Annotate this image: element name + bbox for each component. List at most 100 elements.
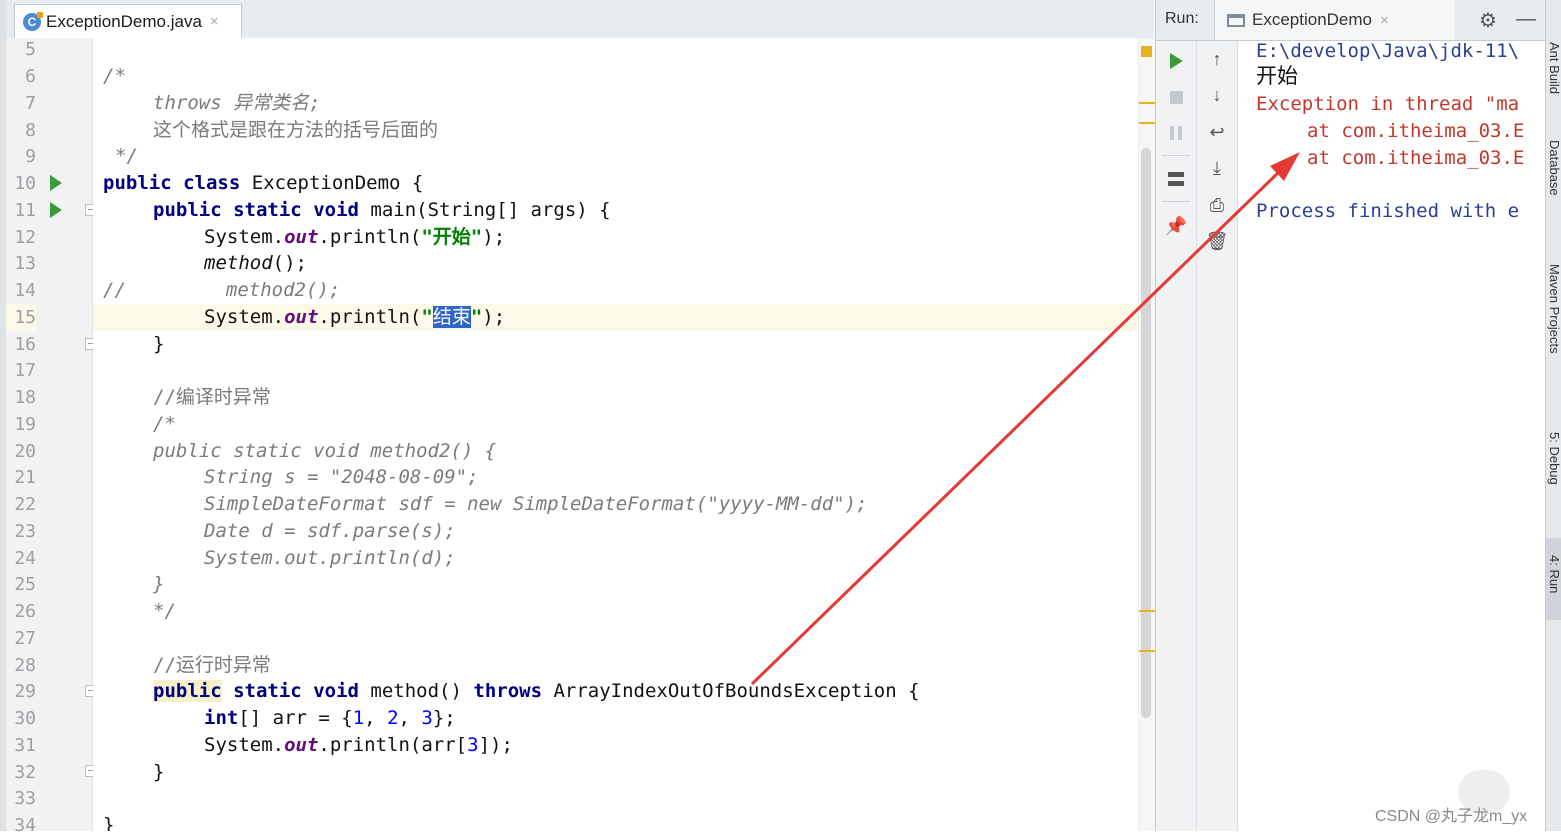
run-tool-window: Run: ExceptionDemo × ⚙ — 📌 ↑ ↓ ↩ ⤓ ⎙ 🗑 E… bbox=[1155, 0, 1546, 831]
sidebar-item-ant-build[interactable]: Ant Build bbox=[1547, 42, 1561, 94]
code-line-31: System.out.println(arr[3]); bbox=[204, 734, 513, 756]
watermark: CSDN @丸子龙m_yx bbox=[1375, 808, 1528, 825]
line-number: 7 bbox=[25, 93, 36, 114]
warning-stripe[interactable] bbox=[1139, 650, 1155, 652]
code-line-22: SimpleDateFormat sdf = new SimpleDateFor… bbox=[204, 493, 868, 515]
stop-icon[interactable] bbox=[1165, 86, 1187, 108]
code-line-26: */ bbox=[153, 600, 176, 622]
code-line-13: method(); bbox=[204, 252, 307, 274]
code-line-8: 这个格式是跟在方法的括号后面的 bbox=[153, 119, 439, 141]
line-number: 27 bbox=[14, 628, 36, 649]
code-line-25: } bbox=[153, 573, 165, 595]
line-number: 31 bbox=[14, 735, 36, 756]
code-line-7: throws 异常类名; bbox=[153, 92, 321, 114]
console-output[interactable]: E:\develop\Java\jdk-11\ 开始 Exception in … bbox=[1238, 41, 1546, 831]
line-number: 24 bbox=[14, 548, 36, 569]
line-number: 13 bbox=[14, 253, 36, 274]
run-toolbar-primary: 📌 bbox=[1156, 41, 1197, 831]
line-number: 25 bbox=[14, 574, 36, 595]
line-number: 8 bbox=[25, 120, 36, 141]
code-line-6: /* bbox=[103, 65, 126, 87]
line-number: 16 bbox=[14, 334, 36, 355]
line-number: 30 bbox=[14, 708, 36, 729]
arrow-down-icon[interactable]: ↓ bbox=[1206, 84, 1228, 106]
code-line-23: Date d = sdf.parse(s); bbox=[204, 520, 456, 542]
pin-icon[interactable]: 📌 bbox=[1165, 215, 1187, 237]
print-icon[interactable]: ⎙ bbox=[1206, 194, 1228, 216]
run-label: Run: bbox=[1165, 10, 1199, 27]
line-number: 32 bbox=[14, 762, 36, 783]
line-number: 29 bbox=[14, 681, 36, 702]
editor-tab-label: ExceptionDemo.java bbox=[46, 11, 202, 31]
console-line-stack-2[interactable]: at com.itheima_03.E bbox=[1307, 145, 1524, 172]
warning-stripe[interactable] bbox=[1139, 102, 1155, 104]
editor-scrollbar[interactable] bbox=[1138, 38, 1155, 831]
editor-tab-exceptiondemo[interactable]: C ExceptionDemo.java × bbox=[14, 4, 242, 38]
code-line-20: public static void method2() { bbox=[153, 440, 497, 462]
layout-icon[interactable] bbox=[1165, 168, 1187, 190]
line-number: 23 bbox=[14, 521, 36, 542]
warning-indicator-icon[interactable] bbox=[1141, 46, 1152, 57]
sidebar-item-maven-projects[interactable]: Maven Projects bbox=[1547, 264, 1561, 354]
line-number: 28 bbox=[14, 655, 36, 676]
line-number-current: 15 bbox=[6, 304, 36, 331]
close-icon[interactable]: × bbox=[1380, 12, 1389, 29]
scroll-to-end-icon[interactable]: ⤓ bbox=[1206, 157, 1228, 179]
code-line-28: //运行时异常 bbox=[153, 654, 271, 676]
selected-text: 结束 bbox=[432, 306, 471, 328]
line-number: 22 bbox=[14, 494, 36, 515]
right-tool-sidebar: Ant Build Database Maven Projects 5: Deb… bbox=[1545, 0, 1561, 831]
code-line-19: /* bbox=[153, 413, 176, 435]
line-number: 18 bbox=[14, 387, 36, 408]
rerun-icon[interactable] bbox=[1165, 50, 1187, 72]
close-icon[interactable]: × bbox=[210, 13, 219, 30]
code-line-34: } bbox=[103, 814, 115, 831]
code-line-24: System.out.println(d); bbox=[204, 547, 456, 569]
code-line-11: public static void main(String[] args) { bbox=[153, 199, 611, 221]
run-header: Run: ExceptionDemo × ⚙ — bbox=[1156, 0, 1546, 41]
minimize-icon[interactable]: — bbox=[1516, 8, 1536, 31]
line-number-gutter: 5 6 7 8 9 10 11 12 13 14 15 16 17 18 19 … bbox=[6, 38, 97, 836]
line-number: 14 bbox=[14, 280, 36, 301]
code-line-30: int[] arr = {1, 2, 3}; bbox=[204, 707, 456, 729]
code-line-32: } bbox=[153, 761, 165, 783]
console-line-stack-1[interactable]: at com.itheima_03.E bbox=[1307, 118, 1524, 145]
sidebar-item-debug[interactable]: 5: Debug bbox=[1547, 432, 1561, 485]
line-number: 11 bbox=[14, 200, 36, 221]
console-line-path: E:\develop\Java\jdk-11\ bbox=[1256, 41, 1520, 62]
code-line-14: //method2(); bbox=[103, 279, 341, 301]
trash-icon[interactable]: 🗑 bbox=[1206, 230, 1229, 252]
scrollbar-thumb[interactable] bbox=[1141, 148, 1151, 718]
line-number: 9 bbox=[25, 146, 36, 167]
code-editor: C ExceptionDemo.java × 5 6 7 8 9 10 11 1… bbox=[6, 0, 1155, 836]
line-number: 20 bbox=[14, 441, 36, 462]
run-class-gutter-icon[interactable] bbox=[50, 175, 62, 191]
line-number: 34 bbox=[14, 815, 36, 836]
line-number: 6 bbox=[25, 66, 36, 87]
line-number: 26 bbox=[14, 601, 36, 622]
line-number: 12 bbox=[14, 227, 36, 248]
code-line-16: } bbox=[153, 333, 165, 355]
code-line-18: //编译时异常 bbox=[153, 386, 271, 408]
sidebar-item-database[interactable]: Database bbox=[1547, 140, 1561, 196]
code-line-9: */ bbox=[115, 145, 138, 167]
soft-wrap-icon[interactable]: ↩ bbox=[1206, 121, 1228, 143]
run-toolbar-secondary: ↑ ↓ ↩ ⤓ ⎙ 🗑 bbox=[1197, 41, 1238, 831]
warning-stripe[interactable] bbox=[1139, 610, 1155, 612]
run-tab-label: ExceptionDemo bbox=[1252, 10, 1373, 29]
sidebar-item-run[interactable]: 4: Run bbox=[1547, 555, 1561, 593]
java-class-icon: C bbox=[23, 11, 43, 31]
warning-stripe[interactable] bbox=[1139, 122, 1155, 124]
run-tab-exceptiondemo[interactable]: ExceptionDemo × bbox=[1214, 0, 1454, 40]
console-line-output: 开始 bbox=[1256, 64, 1298, 88]
code-text-area[interactable]: /* throws 异常类名; 这个格式是跟在方法的括号后面的 */ publi… bbox=[93, 38, 1138, 831]
line-number: 17 bbox=[14, 360, 36, 381]
pause-icon[interactable] bbox=[1165, 122, 1187, 144]
arrow-up-icon[interactable]: ↑ bbox=[1206, 48, 1228, 70]
code-line-12: System.out.println("开始"); bbox=[204, 226, 506, 248]
code-line-10: public class ExceptionDemo { bbox=[103, 172, 424, 194]
line-number: 21 bbox=[14, 467, 36, 488]
run-main-gutter-icon[interactable] bbox=[50, 202, 62, 218]
gear-icon[interactable]: ⚙ bbox=[1479, 8, 1497, 33]
line-number: 19 bbox=[14, 414, 36, 435]
